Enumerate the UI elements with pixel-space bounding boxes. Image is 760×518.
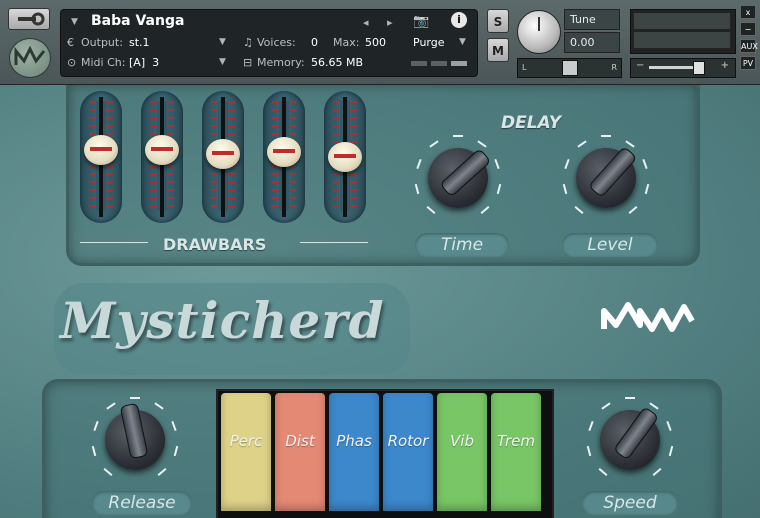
- release-knob[interactable]: [105, 402, 165, 470]
- pan-right-label: R: [611, 63, 617, 72]
- midi-icon: ⊙: [67, 56, 77, 69]
- midi-dropdown-icon[interactable]: ▼: [219, 57, 226, 67]
- switch-dist[interactable]: Dist: [275, 393, 325, 511]
- drawbar-4[interactable]: [263, 91, 305, 223]
- output-value[interactable]: st.1: [129, 36, 150, 49]
- output-label: Output:: [81, 36, 123, 49]
- speed-label: Speed: [582, 491, 678, 515]
- knob-tick: [625, 397, 635, 399]
- drawbar-1[interactable]: [80, 91, 122, 223]
- switch-perc[interactable]: Perc: [221, 393, 271, 511]
- drawbar-2[interactable]: [141, 91, 183, 223]
- speed-knob[interactable]: [600, 406, 660, 470]
- delay-label: DELAY: [501, 113, 562, 133]
- output-icon: €: [67, 36, 74, 49]
- voices-label: Voices:: [257, 36, 296, 49]
- next-instrument-icon[interactable]: ▸: [387, 16, 393, 29]
- drawbars-label: DRAWBARS: [163, 235, 267, 254]
- pan-handle[interactable]: [562, 60, 578, 76]
- output-dropdown-icon[interactable]: ▼: [219, 37, 226, 47]
- mw-brand-logo-icon: [600, 297, 696, 343]
- solo-mute-group: S M: [487, 9, 509, 67]
- info-icon[interactable]: i: [451, 12, 467, 28]
- kontakt-header: ▼ Baba Vanga ◂ ▸ 📷 i € Output: st.1 ▼ ♫ …: [0, 0, 760, 85]
- memory-icon: ⊟: [243, 56, 253, 69]
- drawbar-handle[interactable]: [145, 135, 179, 165]
- close-icon[interactable]: x: [740, 5, 756, 19]
- load-meter-2: [431, 61, 447, 66]
- switch-label: Rotor: [387, 432, 429, 450]
- switch-trem[interactable]: Trem: [491, 393, 541, 511]
- kontakt-instrument-window: ▼ Baba Vanga ◂ ▸ 📷 i € Output: st.1 ▼ ♫ …: [0, 0, 760, 518]
- midi-channel-label: Midi Ch:: [81, 56, 126, 69]
- camera-icon[interactable]: 📷: [413, 14, 429, 29]
- pan-left-label: L: [522, 63, 527, 72]
- volume-track: [649, 66, 699, 69]
- delay-level-knob[interactable]: [576, 145, 638, 208]
- voices-value: 0: [311, 36, 318, 49]
- switch-label: Vib: [450, 432, 474, 450]
- instrument-logo-icon: [9, 38, 51, 78]
- tune-value[interactable]: 0.00: [564, 32, 620, 53]
- instrument-menu-chevron-icon[interactable]: ▼: [71, 17, 78, 27]
- solo-button[interactable]: S: [487, 9, 509, 33]
- switch-label: Trem: [496, 432, 535, 450]
- minimize-icon[interactable]: −: [740, 22, 756, 36]
- memory-value: 56.65 MB: [311, 56, 364, 69]
- wrench-icon[interactable]: [8, 8, 50, 30]
- pv-button[interactable]: PV: [740, 56, 756, 70]
- drawbar-handle[interactable]: [328, 142, 362, 172]
- switch-label: Perc: [229, 432, 263, 450]
- drawbar-handle[interactable]: [206, 139, 240, 169]
- instrument-name[interactable]: Baba Vanga: [91, 13, 184, 29]
- mute-button[interactable]: M: [487, 38, 509, 62]
- prev-instrument-icon[interactable]: ◂: [363, 16, 369, 29]
- drawbar-3[interactable]: [202, 91, 244, 223]
- drawbar-handle[interactable]: [84, 135, 118, 165]
- tune-display: Tune 0.00: [564, 9, 620, 53]
- switch-label: Dist: [285, 432, 315, 450]
- tune-knob[interactable]: [517, 10, 561, 54]
- drawbars-line-right: [300, 242, 368, 243]
- purge-dropdown-icon[interactable]: ▼: [459, 37, 466, 47]
- drawbar-handle[interactable]: [267, 137, 301, 167]
- memory-label: Memory:: [257, 56, 305, 69]
- aux-button[interactable]: AUX: [740, 39, 758, 53]
- purge-menu[interactable]: Purge: [413, 36, 445, 49]
- knob-tick: [601, 135, 611, 137]
- window-side-buttons: x − AUX PV: [740, 5, 758, 73]
- max-label: Max:: [333, 36, 360, 49]
- drawbar-5[interactable]: [324, 91, 366, 223]
- switch-label: Phas: [336, 432, 372, 450]
- delay-time-label: Time: [415, 233, 509, 257]
- volume-minus: −: [636, 60, 645, 71]
- instrument-body: DRAWBARS DELAY Time Level Mysticherd Rel…: [0, 85, 760, 518]
- midi-channel-value[interactable]: [A] 3: [129, 56, 159, 69]
- delay-level-label: Level: [562, 233, 658, 257]
- release-label: Release: [92, 491, 192, 515]
- load-meter-1: [411, 61, 427, 66]
- pan-slider[interactable]: L R: [517, 58, 622, 78]
- volume-plus: +: [720, 60, 729, 71]
- volume-slider[interactable]: − +: [630, 58, 736, 78]
- delay-time-knob[interactable]: [428, 147, 492, 208]
- knob-tick: [130, 397, 140, 399]
- max-voices-value[interactable]: 500: [365, 36, 386, 49]
- instrument-info-panel: ▼ Baba Vanga ◂ ▸ 📷 i € Output: st.1 ▼ ♫ …: [60, 9, 478, 77]
- load-meter-3: [451, 61, 467, 66]
- knob-tick: [453, 135, 463, 137]
- switch-vib[interactable]: Vib: [437, 393, 487, 511]
- output-level-meters: [630, 9, 736, 54]
- volume-handle[interactable]: [693, 61, 705, 75]
- tune-label: Tune: [564, 9, 620, 30]
- switch-phas[interactable]: Phas: [329, 393, 379, 511]
- voices-icon: ♫: [243, 36, 253, 49]
- switch-rotor[interactable]: Rotor: [383, 393, 433, 511]
- instrument-title: Mysticherd: [60, 291, 385, 350]
- drawbars-line-left: [80, 242, 148, 243]
